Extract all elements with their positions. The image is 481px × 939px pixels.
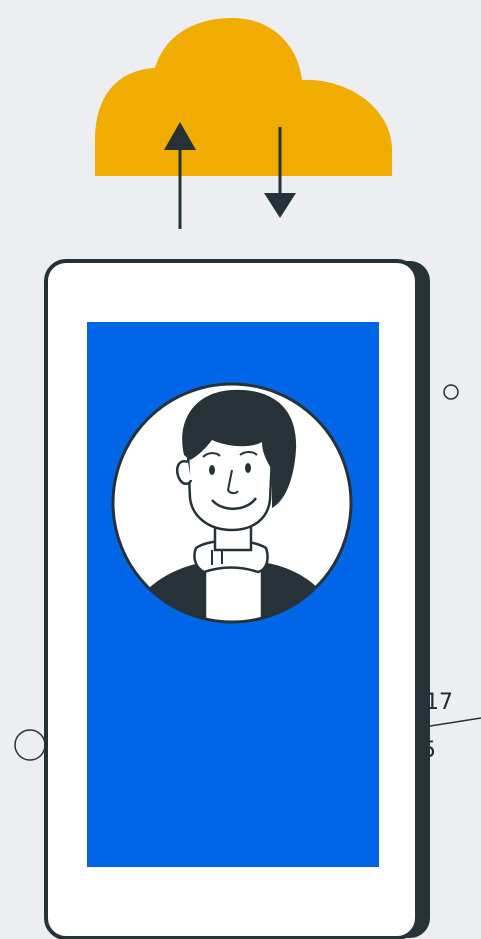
decor-circle-small	[443, 384, 459, 400]
illustration-canvas: 17 5	[14, 18, 481, 939]
cloud-icon	[95, 18, 392, 176]
cloud-sync-illustration: 17 5	[0, 0, 481, 939]
decor-circle-large	[14, 729, 46, 761]
